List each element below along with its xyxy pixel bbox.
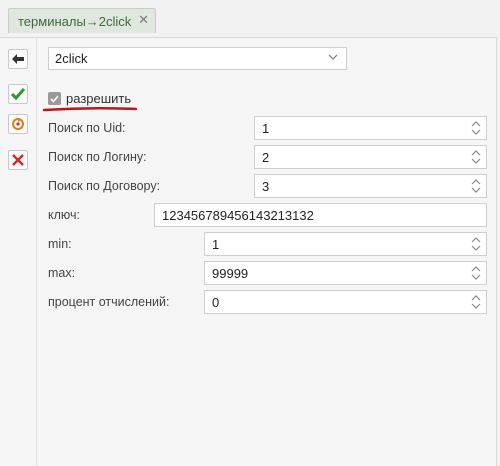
field-value: 99999 bbox=[212, 265, 249, 281]
enable-label: разрешить bbox=[66, 91, 132, 106]
min-field[interactable]: 1 bbox=[204, 232, 487, 256]
field-value: 123456789456143213132 bbox=[162, 207, 314, 223]
field-label-key: ключ: bbox=[48, 208, 80, 222]
refresh-button[interactable] bbox=[8, 114, 28, 134]
key-field[interactable]: 123456789456143213132 bbox=[154, 203, 487, 227]
tab-terminals-2click[interactable]: терминалы→2click ✕ bbox=[8, 8, 156, 33]
cancel-button[interactable] bbox=[8, 150, 28, 170]
save-button[interactable] bbox=[8, 84, 28, 104]
x-icon bbox=[12, 154, 24, 166]
field-label-percent: процент отчислений: bbox=[48, 295, 170, 309]
chevron-down-icon bbox=[328, 54, 338, 60]
field-label-max: max: bbox=[48, 266, 76, 280]
field-value: 1 bbox=[212, 236, 220, 252]
field-label-uid: Поиск по Uid: bbox=[48, 121, 126, 135]
profile-select-value: 2click bbox=[55, 51, 88, 66]
refresh-icon bbox=[12, 118, 24, 130]
spinner-icon[interactable] bbox=[471, 120, 481, 136]
percent-field[interactable]: 0 bbox=[204, 290, 487, 314]
login-search-field[interactable]: 2 bbox=[254, 145, 487, 169]
spinner-icon[interactable] bbox=[471, 178, 481, 194]
red-underline-annotation bbox=[42, 106, 138, 112]
tab-label: терминалы→2click bbox=[18, 13, 132, 29]
field-label-min: min: bbox=[48, 237, 72, 251]
field-label-contract: Поиск по Договору: bbox=[48, 179, 161, 193]
spinner-icon[interactable] bbox=[471, 294, 481, 310]
arrow-left-icon bbox=[12, 54, 24, 64]
toolbar-divider bbox=[36, 37, 37, 466]
spinner-icon[interactable] bbox=[471, 149, 481, 165]
field-value: 2 bbox=[262, 149, 270, 165]
spinner-icon[interactable] bbox=[471, 236, 481, 252]
window: терминалы→2click ✕ 2click разрешить Поис… bbox=[0, 0, 500, 466]
field-label-login: Поиск по Логину: bbox=[48, 150, 147, 164]
check-icon bbox=[50, 94, 59, 103]
field-value: 1 bbox=[262, 120, 270, 136]
close-icon[interactable]: ✕ bbox=[138, 12, 149, 28]
contract-search-field[interactable]: 3 bbox=[254, 174, 487, 198]
profile-select[interactable]: 2click bbox=[48, 47, 347, 70]
back-button[interactable] bbox=[8, 49, 28, 69]
field-value: 3 bbox=[262, 178, 270, 194]
field-value: 0 bbox=[212, 294, 220, 310]
checkmark-icon bbox=[11, 88, 25, 100]
enable-checkbox-row[interactable]: разрешить bbox=[48, 91, 131, 106]
tab-bar: терминалы→2click ✕ bbox=[0, 0, 500, 38]
uid-search-field[interactable]: 1 bbox=[254, 116, 487, 140]
enable-checkbox[interactable] bbox=[48, 92, 61, 105]
spinner-icon[interactable] bbox=[471, 265, 481, 281]
max-field[interactable]: 99999 bbox=[204, 261, 487, 285]
